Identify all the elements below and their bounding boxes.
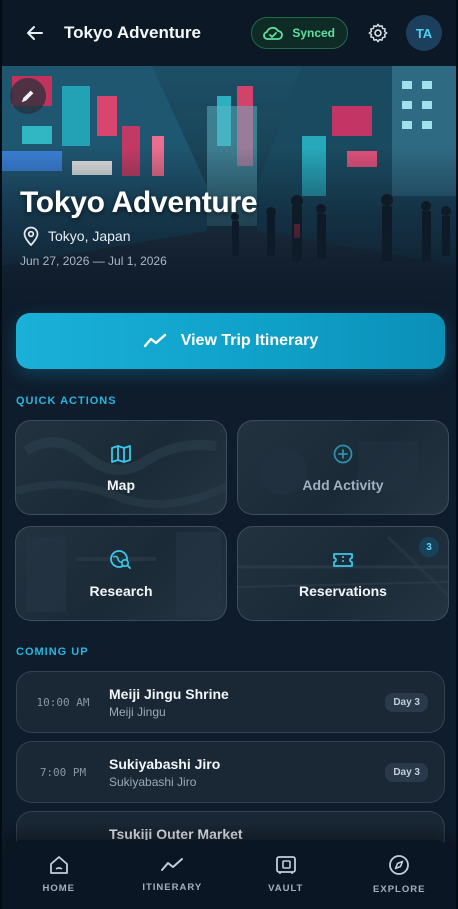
ticket-icon-wrap [331, 549, 355, 571]
top-bar: Tokyo Adventure Synced TA [2, 0, 456, 66]
quick-action-research-label: Research [89, 582, 153, 599]
cloud-check-icon [263, 26, 284, 40]
quick-action-add-activity[interactable]: Add Activity [237, 420, 449, 515]
pencil-icon [21, 90, 34, 103]
trip-dates: Jun 27, 2026 — Jul 1, 2026 [20, 254, 167, 268]
trip-title: Tokyo Adventure [20, 186, 258, 219]
trip-hero: Tokyo Adventure Tokyo, Japan Jun 27, 202… [2, 66, 456, 298]
event-name: Meiji Jingu Shrine [109, 685, 229, 702]
tile-backdrop [259, 441, 418, 495]
bottom-navigation: HOME ITINERARY VAULT EXPLORE [2, 840, 456, 909]
map-pin-icon [23, 226, 39, 246]
nav-vault-label: VAULT [268, 883, 304, 894]
quick-action-map-label: Map [107, 476, 135, 493]
event-time: 10:00 AM [36, 695, 90, 709]
quick-action-research[interactable]: Research [15, 526, 227, 621]
tile-backdrop [16, 437, 226, 508]
globe-search-icon [110, 549, 131, 569]
vault-icon [275, 856, 296, 874]
nav-home[interactable]: HOME [2, 840, 116, 909]
quick-action-map[interactable]: Map [15, 420, 227, 515]
globe-search-icon-wrap [109, 549, 133, 571]
quick-action-add-activity-label: Add Activity [302, 476, 384, 493]
tile-backdrop [238, 535, 448, 598]
event-body: Sukiyabashi Jiro Sukiyabashi Jiro [109, 756, 385, 789]
event-day-badge: Day 3 [385, 692, 428, 712]
coming-up-heading: COMING UP [16, 646, 89, 658]
page-title: Tokyo Adventure [64, 23, 201, 42]
sync-status-label: Synced [292, 26, 335, 40]
nav-explore[interactable]: EXPLORE [343, 840, 457, 909]
trend-line-icon [161, 858, 184, 871]
event-day-badge: Day 3 [385, 762, 428, 782]
nav-vault[interactable]: VAULT [229, 840, 343, 909]
trip-location: Tokyo, Japan [22, 226, 131, 246]
ticket-icon [333, 552, 353, 567]
map-icon [111, 444, 131, 463]
trend-line-icon [143, 333, 166, 348]
event-place: Sukiyabashi Jiro [109, 774, 197, 789]
app-screen: Tokyo Adventure Synced TA Tokyo Adventur… [0, 0, 458, 909]
gear-icon [368, 23, 388, 43]
sync-status-badge[interactable]: Synced [251, 17, 348, 49]
back-button[interactable] [20, 18, 50, 48]
event-place: Meiji Jingu [109, 704, 166, 719]
nav-explore-label: EXPLORE [373, 884, 426, 895]
tile-backdrop [26, 532, 221, 617]
back-arrow-icon [27, 26, 43, 40]
edit-trip-button[interactable] [10, 78, 46, 114]
nav-home-label: HOME [42, 883, 75, 894]
settings-button[interactable] [364, 19, 392, 47]
nav-itinerary[interactable]: ITINERARY [116, 840, 230, 909]
view-itinerary-button[interactable]: View Trip Itinerary [16, 313, 445, 369]
home-icon [49, 856, 68, 874]
nav-itinerary-label: ITINERARY [142, 882, 203, 893]
list-item-event[interactable]: 7:00 PM Sukiyabashi Jiro Sukiyabashi Jir… [16, 741, 445, 803]
quick-actions-heading: QUICK ACTIONS [16, 395, 117, 407]
list-item-event[interactable]: 10:00 AM Meiji Jingu Shrine Meiji Jingu … [16, 671, 445, 733]
plus-circle-icon-wrap [332, 443, 354, 465]
quick-action-reservations[interactable]: 3 Reservations [237, 526, 449, 621]
event-time: 7:00 PM [39, 765, 87, 779]
quick-action-reservations-label: Reservations [299, 582, 387, 599]
map-icon-wrap [110, 443, 132, 465]
avatar[interactable]: TA [406, 15, 442, 51]
compass-icon [389, 855, 410, 875]
plus-circle-icon [333, 444, 353, 463]
event-name: Sukiyabashi Jiro [109, 755, 221, 772]
view-itinerary-label: View Trip Itinerary [180, 332, 319, 349]
event-body: Meiji Jingu Shrine Meiji Jingu [109, 686, 385, 719]
trip-location-label: Tokyo, Japan [48, 228, 131, 244]
reservations-count-badge: 3 [419, 537, 439, 557]
